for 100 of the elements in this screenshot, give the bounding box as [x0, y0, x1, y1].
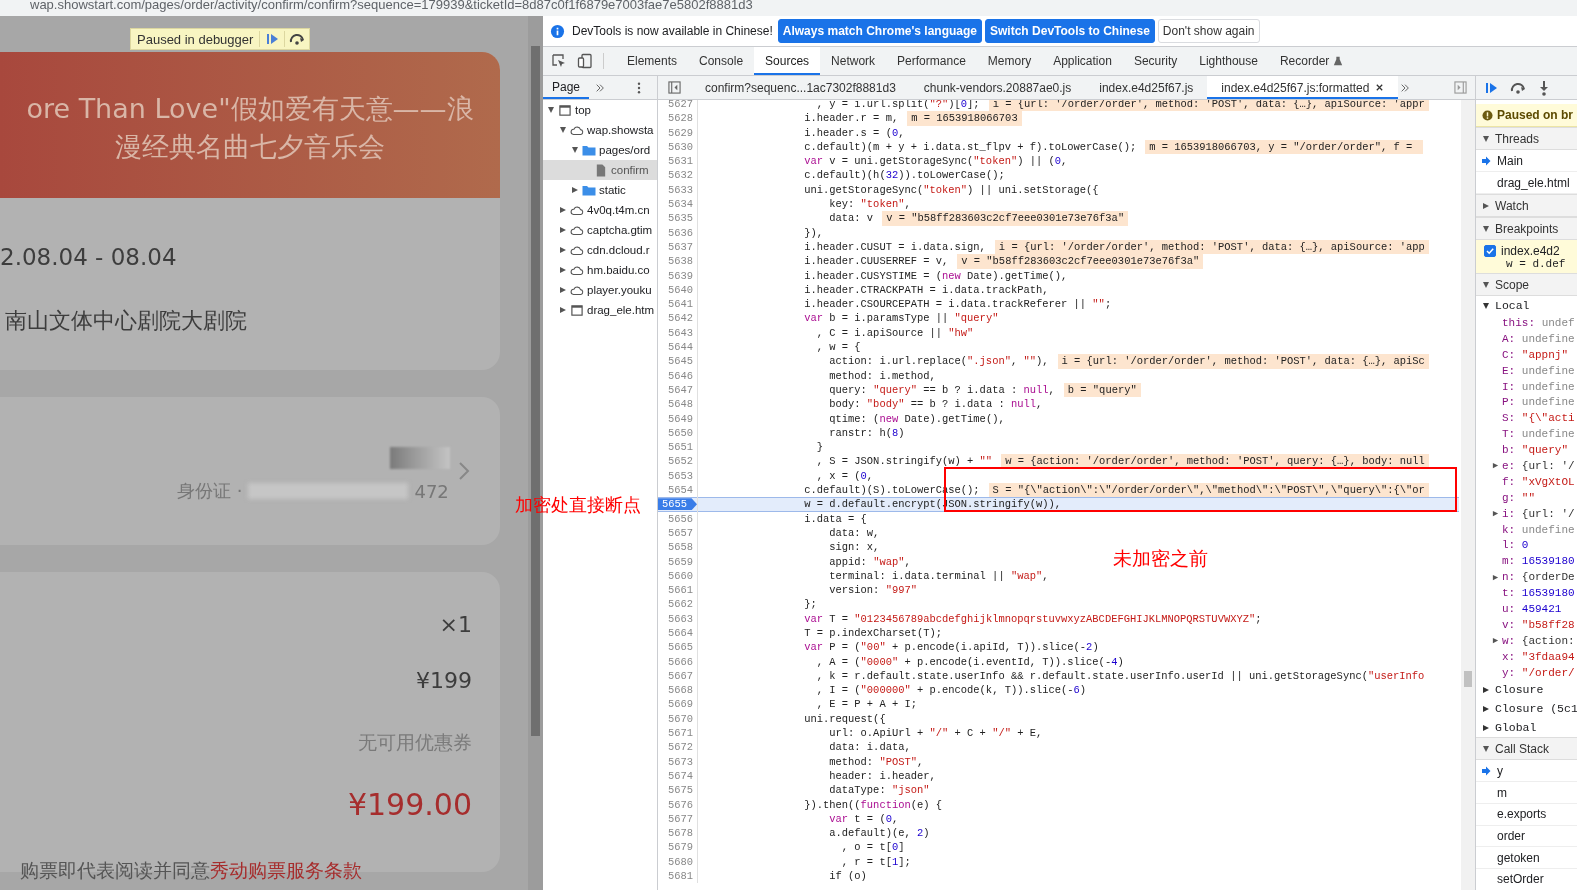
code-line: };: [803, 597, 817, 612]
scope-variable[interactable]: u: 459421: [1502, 602, 1562, 615]
code-line: i.header.s = (0,: [803, 125, 905, 140]
expand-arrow-icon[interactable]: [1492, 510, 1499, 518]
address-bar[interactable]: wap.showstart.com/pages/order/activity/confirm/confirm?sequence=179939&ticketId=8d87c0f1f6879e7003fae7e5802f8881d3: [0, 0, 1577, 16]
scope-variable[interactable]: this: undef: [1502, 316, 1575, 329]
chevrons-icon[interactable]: [1400, 82, 1411, 93]
panel-tab[interactable]: Memory: [976, 47, 1043, 75]
line-number: 5637: [667, 240, 693, 253]
scope-variable[interactable]: I: undefine: [1502, 380, 1575, 393]
scope-group[interactable]: Local: [1476, 296, 1577, 315]
device-icon[interactable]: [577, 53, 593, 69]
breakpoint-checkbox[interactable]: [1484, 245, 1496, 257]
panel-tab[interactable]: Application: [1042, 47, 1123, 75]
section-header[interactable]: Call Stack: [1476, 737, 1577, 761]
panel-tab[interactable]: Console: [688, 47, 755, 75]
infobar-button[interactable]: Always match Chrome's language: [777, 19, 983, 43]
close-icon[interactable]: [1375, 83, 1385, 92]
code-line: i.header.CUSUT = i.data.sign,: [803, 239, 986, 255]
inline-value: v = "b58ff283603c2cf7eee0301e73e76f3a": [882, 211, 1129, 226]
tree-item[interactable]: confirm: [543, 160, 657, 180]
file-tab[interactable]: chunk-vendors.20887ae0.js: [909, 76, 1086, 99]
scope-variable[interactable]: k: undefine: [1502, 523, 1575, 536]
scope-variable[interactable]: f: "xVgXtOL: [1502, 475, 1575, 488]
code-line: uni.request({: [803, 711, 886, 727]
breakpoint-file[interactable]: index.e4d2: [1501, 244, 1560, 258]
call-frame[interactable]: setOrder: [1476, 868, 1577, 890]
scope-variable[interactable]: v: "b58ff28: [1502, 618, 1575, 631]
section-header[interactable]: Scope: [1476, 273, 1577, 296]
file-tab[interactable]: index.e4d25f67.js: [1085, 76, 1208, 99]
scope-variable[interactable]: T: undefine: [1502, 428, 1575, 441]
call-frame[interactable]: y: [1476, 760, 1577, 783]
code-line: version: "997": [828, 583, 917, 598]
thread-item[interactable]: Main: [1476, 150, 1577, 172]
scope-variable[interactable]: S: "{\"acti: [1502, 412, 1575, 425]
panel-tab[interactable]: Elements: [616, 47, 689, 75]
scope-group[interactable]: Closure (5c1: [1476, 699, 1577, 719]
scope-variable[interactable]: C: "appnj": [1502, 348, 1569, 361]
section-header[interactable]: Watch: [1476, 194, 1577, 217]
chevrons-icon[interactable]: [595, 82, 606, 93]
scope-group[interactable]: Closure: [1476, 680, 1577, 700]
code-line: , I = ("000000" + p.encode(k, T)).slice(-6): [815, 683, 1087, 698]
inline-value: i = {url: '/order/order', method: 'POST', data: {…}, apiSource: 'appr: [988, 100, 1429, 112]
code-line: , o = t[0]: [840, 840, 905, 855]
file-icon: [594, 163, 608, 177]
expand-arrow-icon[interactable]: [1492, 462, 1499, 470]
tree-item[interactable]: wap.showsta: [543, 120, 657, 140]
toggle-debugger-icon[interactable]: [1454, 81, 1467, 94]
tree-item[interactable]: captcha.gtim: [543, 220, 657, 240]
editor-scrollbar[interactable]: [1461, 100, 1475, 890]
file-tab[interactable]: confirm?sequenc...1ac7302f8881d3: [691, 76, 910, 99]
tree-item[interactable]: pages/ord: [543, 140, 657, 160]
scope-variable[interactable]: i: {url: '/: [1502, 507, 1575, 520]
scope-variable[interactable]: A: undefine: [1502, 332, 1575, 345]
panel-tab[interactable]: Lighthouse: [1188, 47, 1269, 75]
scope-variable[interactable]: e: {url: '/: [1502, 459, 1575, 472]
scope-variable[interactable]: t: 16539180: [1502, 587, 1575, 600]
scope-variable[interactable]: y: "/order/: [1502, 666, 1575, 679]
section-header[interactable]: Threads: [1476, 127, 1577, 150]
panel-tab[interactable]: Security: [1122, 47, 1189, 75]
code-line: method: "POST",: [828, 754, 924, 769]
inspect-icon[interactable]: [551, 53, 567, 69]
tree-item[interactable]: hm.baidu.co: [543, 260, 657, 280]
scope-variable[interactable]: E: undefine: [1502, 364, 1575, 377]
call-frame[interactable]: order: [1476, 825, 1577, 848]
scope-variable[interactable]: x: "3fdaa94: [1502, 650, 1575, 663]
scope-group[interactable]: Global: [1476, 718, 1577, 738]
scope-variable[interactable]: w: {action:: [1502, 634, 1575, 647]
line-number: 5638: [667, 255, 693, 268]
cloud-icon: [570, 283, 584, 297]
tree-item[interactable]: 4v0q.t4m.cn: [543, 200, 657, 220]
infobar-button[interactable]: Don't show again: [1157, 19, 1260, 43]
panel-tab[interactable]: Network: [820, 47, 887, 75]
expand-arrow-icon[interactable]: [1492, 573, 1499, 581]
call-frame[interactable]: m: [1476, 782, 1577, 804]
panel-tab[interactable]: Performance: [886, 47, 977, 75]
current-arrow-icon: [1481, 765, 1491, 776]
section-header[interactable]: Breakpoints: [1476, 217, 1577, 240]
tree-item[interactable]: drag_ele.htm: [543, 300, 657, 320]
infobar-button[interactable]: Switch DevTools to Chinese: [985, 19, 1155, 43]
folder-icon: [582, 143, 596, 157]
file-tab[interactable]: index.e4d25f67.js:formatted: [1207, 76, 1399, 99]
inline-value: b = "query": [1063, 382, 1141, 398]
expand-arrow-icon[interactable]: [1492, 637, 1499, 645]
scope-variable[interactable]: l: 0: [1502, 539, 1529, 552]
scope-variable[interactable]: m: 16539180: [1502, 555, 1575, 568]
scope-variable[interactable]: P: undefine: [1502, 396, 1575, 409]
tree-item[interactable]: static: [543, 180, 657, 200]
toggle-navigator-icon[interactable]: [668, 81, 681, 94]
call-frame[interactable]: e.exports: [1476, 803, 1577, 826]
menu-icon[interactable]: [637, 81, 642, 94]
scope-variable[interactable]: b: "query": [1502, 444, 1569, 457]
tree-item[interactable]: top: [543, 100, 657, 120]
scope-variable[interactable]: n: {orderDe: [1502, 571, 1575, 584]
scope-variable[interactable]: g: "": [1502, 491, 1535, 504]
panel-tab[interactable]: Recorder: [1268, 47, 1355, 75]
tree-item[interactable]: cdn.dcloud.r: [543, 240, 657, 260]
panel-tab[interactable]: Sources: [754, 47, 821, 75]
tree-item[interactable]: player.youku: [543, 280, 657, 300]
call-frame[interactable]: getoken: [1476, 847, 1577, 869]
